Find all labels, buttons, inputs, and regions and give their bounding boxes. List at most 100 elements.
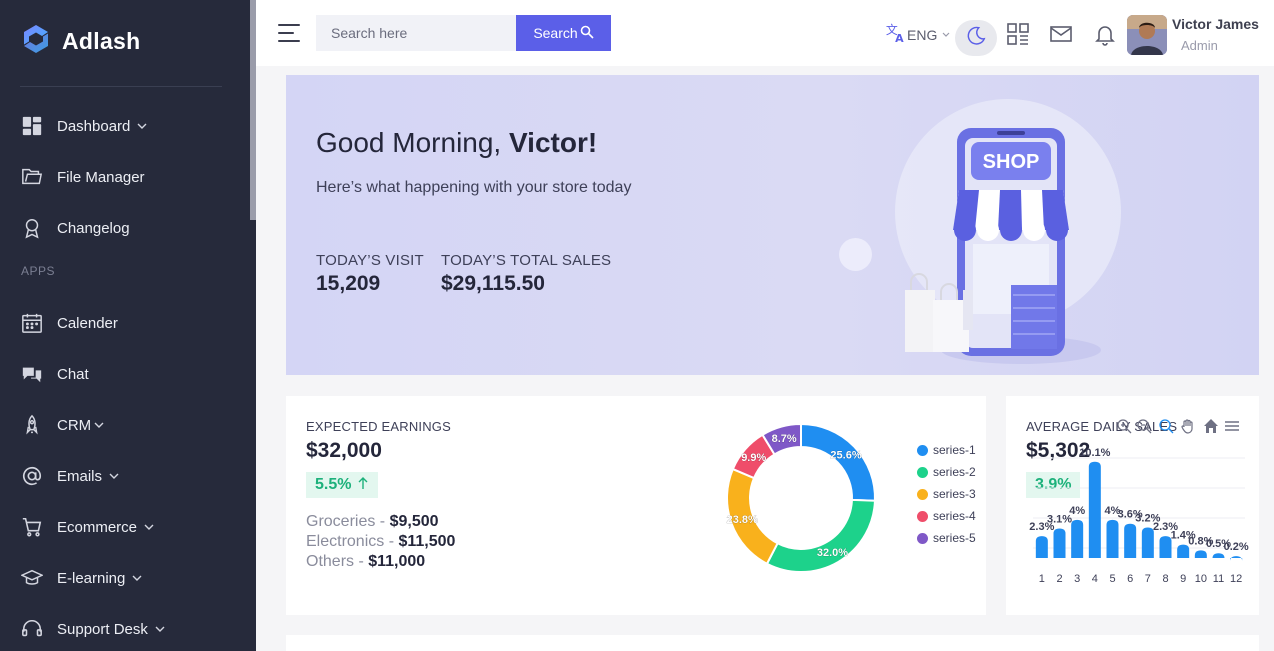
legend-dot: [917, 488, 928, 500]
legend-series-2[interactable]: series-2: [917, 465, 976, 479]
sidebar-item-file-manager[interactable]: File Manager: [20, 162, 145, 192]
legend-series-1[interactable]: series-1: [917, 443, 976, 457]
x-tick-label: 10: [1195, 573, 1207, 585]
breakdown-value: $9,500: [389, 513, 439, 530]
sidebar-item-calender[interactable]: Calender: [20, 308, 118, 338]
x-tick-label: 9: [1180, 573, 1186, 585]
sidebar-item-emails[interactable]: Emails: [20, 461, 120, 491]
graduation-cap-icon: [20, 566, 44, 590]
breakdown-groceries: Groceries - $9,500: [306, 513, 439, 530]
chevron-down-icon: [143, 521, 155, 533]
sidebar-item-label: Emails: [57, 467, 103, 485]
legend-dot: [917, 510, 928, 522]
search-button[interactable]: Search: [516, 15, 611, 51]
bell-icon[interactable]: [1093, 22, 1117, 46]
greeting-prefix: Good Morning,: [316, 127, 502, 158]
breakdown-label: Electronics: [306, 533, 385, 550]
sidebar-item-crm[interactable]: CRM: [20, 410, 105, 440]
language-label: ENG: [907, 26, 938, 43]
bar[interactable]: [1230, 556, 1243, 562]
menu-toggle-icon[interactable]: [278, 24, 300, 42]
shop-illustration: SHOP: [905, 128, 1101, 364]
avatar[interactable]: [1127, 15, 1167, 55]
bar[interactable]: [1053, 528, 1066, 558]
bar[interactable]: [1194, 550, 1207, 558]
bar[interactable]: [1035, 536, 1048, 558]
zoom-in-icon[interactable]: [1116, 418, 1132, 434]
legend-series-3[interactable]: series-3: [917, 487, 976, 501]
sidebar-divider: [20, 86, 222, 87]
brand[interactable]: Adlash: [20, 24, 140, 58]
legend-series-4[interactable]: series-4: [917, 509, 976, 523]
legend-dot: [917, 444, 928, 456]
x-tick-label: 1: [1039, 573, 1045, 585]
chevron-down-icon: [154, 623, 166, 635]
zoom-out-icon[interactable]: [1136, 418, 1152, 434]
x-tick-label: 7: [1145, 573, 1151, 585]
sidebar-item-chat[interactable]: Chat: [20, 359, 89, 389]
menu-icon[interactable]: [1224, 418, 1240, 434]
home-icon[interactable]: [1203, 418, 1219, 434]
bar[interactable]: [1088, 461, 1101, 558]
greeting-subtitle: Here’s what happening with your store to…: [316, 179, 632, 196]
x-tick-label: 12: [1230, 573, 1242, 585]
bar-data-label: 0.2%: [1224, 541, 1249, 553]
user-role: Admin: [1181, 38, 1218, 53]
bar[interactable]: [1106, 519, 1119, 558]
x-tick-label: 6: [1127, 573, 1133, 585]
arrow-up-icon: [351, 476, 369, 495]
donut-slice-2[interactable]: [765, 498, 876, 573]
x-tick-label: 11: [1213, 573, 1224, 585]
breakdown-value: $11,000: [368, 553, 426, 570]
todays-sales-label: TODAY’S TOTAL SALES: [441, 252, 612, 269]
sidebar-item-label: CRM: [57, 416, 92, 434]
search-input[interactable]: [316, 15, 516, 51]
breakdown-value: $11,500: [398, 533, 456, 550]
selection-zoom-icon[interactable]: [1158, 418, 1174, 434]
todays-visit-value: 15,209: [316, 272, 381, 295]
sidebar-item-dashboard[interactable]: Dashboard: [20, 111, 148, 141]
dashboard-icon: [20, 114, 44, 138]
theme-toggle-button[interactable]: [955, 20, 997, 56]
brand-name: Adlash: [62, 27, 141, 54]
x-tick-label: 5: [1109, 573, 1115, 585]
x-tick-label: 3: [1074, 573, 1080, 585]
bar[interactable]: [1071, 519, 1084, 558]
breakdown-label: Groceries: [306, 513, 376, 530]
sidebar-item-label: File Manager: [57, 168, 145, 186]
bar-data-label: 10.1%: [1079, 447, 1110, 459]
sidebar-item-changelog[interactable]: Changelog: [20, 213, 130, 243]
svg-text:A: A: [895, 32, 904, 44]
donut-slice-1[interactable]: [800, 422, 876, 502]
search-icon: [578, 25, 594, 42]
earnings-change-badge: 5.5%: [306, 472, 379, 498]
rocket-icon: [20, 413, 44, 437]
sidebar: Adlash Dashboard File Manager Changelog …: [0, 0, 256, 651]
apps-grid-icon[interactable]: [1006, 22, 1030, 46]
legend-series-5[interactable]: series-5: [917, 531, 976, 545]
sidebar-section-label: APPS: [21, 264, 56, 278]
mail-icon[interactable]: [1049, 22, 1073, 46]
donut-data-label: 25.6%: [830, 450, 861, 462]
bar[interactable]: [1212, 553, 1225, 559]
x-tick-label: 8: [1162, 573, 1168, 585]
sidebar-item-e-learning[interactable]: E-learning: [20, 563, 143, 593]
bar[interactable]: [1124, 523, 1137, 558]
breakdown-electronics: Electronics - $11,500: [306, 533, 456, 550]
sidebar-item-label: Calender: [57, 314, 118, 332]
language-selector[interactable]: 文A ENG: [885, 22, 951, 47]
chevron-down-icon: [136, 120, 148, 132]
at-icon: [20, 464, 44, 488]
sidebar-item-ecommerce[interactable]: Ecommerce: [20, 512, 155, 542]
greeting-heading: Good Morning, Victor!: [316, 127, 597, 159]
cart-icon: [20, 515, 44, 539]
earnings-title: EXPECTED EARNINGS: [306, 419, 451, 434]
chat-icon: [20, 362, 44, 386]
translate-icon: 文A: [885, 22, 907, 47]
chevron-down-icon: [93, 419, 105, 431]
decorative-dot: [839, 238, 872, 271]
sidebar-item-support-desk[interactable]: Support Desk: [20, 614, 166, 644]
sidebar-item-label: Dashboard: [57, 117, 131, 135]
sidebar-scrollbar-track[interactable]: [250, 220, 256, 651]
pan-hand-icon[interactable]: [1180, 418, 1196, 434]
